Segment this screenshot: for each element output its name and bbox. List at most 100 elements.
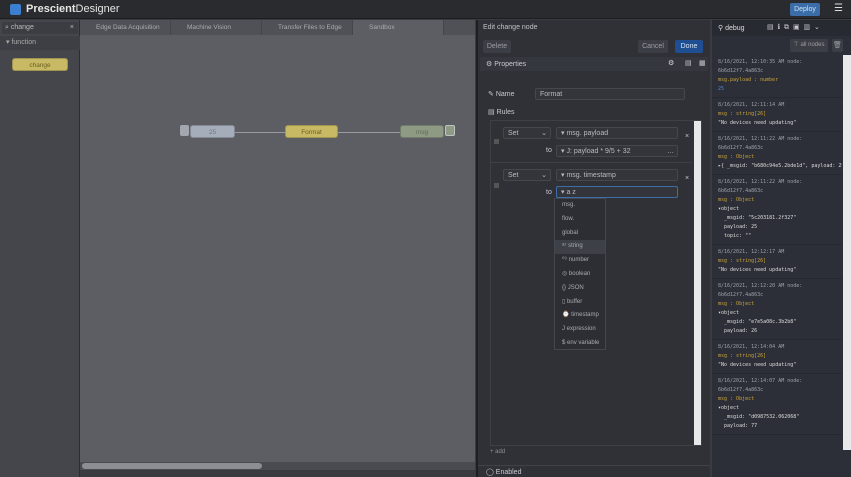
tab-machine-vision[interactable]: Machine Vision [171, 20, 262, 35]
message-topic: msg.payload : number [718, 77, 779, 83]
debug-scrollbar[interactable] [843, 55, 851, 450]
format-node[interactable]: Format [285, 125, 338, 138]
remove-rule-icon[interactable]: × [685, 133, 689, 140]
filter-button[interactable]: ⊤ all nodes [790, 39, 828, 52]
hamburger-icon[interactable]: ☰ [834, 3, 843, 14]
menu-item-number[interactable]: ⁰⁹ number [555, 254, 605, 268]
info-icon[interactable]: ▤ ℹ ⧉ ▣ ▥ ⌄ [767, 23, 820, 32]
inject-button[interactable] [180, 125, 189, 136]
message-meta: 8/16/2021, 12:14:04 AM [718, 344, 785, 350]
delete-button[interactable]: Delete [483, 40, 511, 53]
drag-handle[interactable] [494, 139, 499, 144]
properties-text: Properties [494, 61, 527, 68]
description-icon[interactable]: ▤ [685, 59, 692, 67]
rules-scrollbar[interactable] [694, 121, 701, 445]
action-select[interactable]: Set ⌄ [503, 127, 551, 139]
rule-row: Set ⌄ ▾ msg. payload to ▾ J: payload * 9/… [491, 121, 691, 163]
message-meta: 8/16/2021, 12:12:17 AM [718, 249, 785, 255]
clear-icon[interactable]: × [70, 22, 74, 34]
name-input[interactable]: Format [535, 88, 685, 100]
debug-tab-label: debug [725, 25, 745, 32]
menu-item-flow[interactable]: flow. [555, 213, 605, 227]
appearance-icon[interactable]: ▦ [699, 59, 706, 67]
debug-message: 8/16/2021, 12:14:04 AM msg : string[26] "N… [712, 340, 842, 374]
gear-icon[interactable]: ⚙ [668, 59, 674, 67]
scroll-thumb[interactable] [82, 463, 262, 469]
type-value: msg. [566, 130, 582, 137]
value-input[interactable]: ▾ a z [556, 186, 678, 198]
tab-transfer-files[interactable]: Transfer Files to Edge [262, 20, 353, 35]
value-input[interactable]: ▾ J: payload * 9/5 + 32… [556, 145, 678, 157]
properties-label[interactable]: ⚙ Properties [486, 60, 526, 68]
horizontal-scrollbar[interactable] [80, 462, 475, 470]
tray-footer: ◯ Enabled [478, 465, 710, 477]
search-value: change [10, 24, 34, 31]
label: number [568, 257, 589, 264]
message-body[interactable]: ▾object _msgid: "e7e5a08c.3b2b8" payload… [718, 309, 838, 336]
debug-toggle[interactable] [445, 125, 455, 136]
message-body[interactable]: "No devices need updating" [718, 266, 838, 275]
menu-item-string[interactable]: ᵃᶻ string [555, 240, 605, 255]
wire [235, 132, 285, 133]
menu-item-boolean[interactable]: ◎ boolean [555, 268, 605, 282]
enabled-toggle[interactable]: Enabled [496, 469, 522, 476]
property-value: timestamp [583, 172, 616, 179]
clear-debug-icon[interactable]: 🗑 [832, 39, 843, 52]
tab-debug[interactable]: ⚲ debug [718, 24, 745, 32]
debug-message: 8/16/2021, 12:11:22 AM node: 6b6d12f7.4a… [712, 175, 842, 245]
message-meta: 8/16/2021, 12:14:07 AM node: 6b6d12f7.4a… [718, 378, 803, 393]
category-label: function [11, 39, 36, 46]
message-body[interactable]: "No devices need updating" [718, 119, 838, 128]
menu-item-env[interactable]: $ env variable [555, 337, 605, 351]
debug-message: 8/16/2021, 12:12:17 AM msg : string[26] "N… [712, 245, 842, 279]
message-body[interactable]: ▾object _msgid: "5c203181.2f327" payload… [718, 205, 838, 241]
deploy-button[interactable]: Deploy [790, 3, 820, 16]
name-label-text: Name [495, 91, 515, 98]
debug-message: 8/16/2021, 12:11:14 AM msg : string[26] "N… [712, 98, 842, 132]
message-topic: msg : Object [718, 154, 755, 160]
message-body[interactable]: ▸{ _msgid: "b680c94e5.2bde1d", payload: … [718, 162, 842, 171]
name-label: ✎ Name [488, 91, 515, 98]
menu-item-json[interactable]: {} JSON [555, 282, 605, 296]
message-body[interactable]: "No devices need updating" [718, 361, 838, 370]
brand-b: Designer [75, 3, 120, 15]
type-value: msg. [566, 172, 582, 179]
done-button[interactable]: Done [675, 40, 703, 53]
message-body[interactable]: ▾object _msgid: "d0987532.062068" payloa… [718, 404, 838, 431]
brand-title: PrescientDesigner [26, 3, 120, 15]
cancel-button[interactable]: Cancel [638, 40, 668, 53]
inject-node[interactable]: 25 [190, 125, 235, 138]
properties-header: ⚙ Properties ⚙ ▤ ▦ [480, 57, 708, 71]
menu-item-timestamp[interactable]: ⌚ timestamp [555, 309, 605, 323]
label: buffer [566, 298, 583, 305]
tab-sandbox[interactable]: Sandbox [353, 20, 444, 35]
palette-search-input[interactable]: ⌕ change × [2, 22, 78, 34]
menu-item-buffer[interactable]: ▯ buffer [555, 296, 605, 310]
action-select[interactable]: Set ⌄ [503, 169, 551, 181]
message-topic: msg : string[26] [718, 353, 767, 359]
debug-message: 8/16/2021, 12:14:07 AM node: 6b6d12f7.4a… [712, 374, 842, 435]
menu-item-global[interactable]: global [555, 227, 605, 241]
message-body[interactable]: 25 [718, 85, 838, 94]
workspace-tabs: Edge Data Acquisition Machine Vision Tra… [80, 20, 475, 35]
palette-category-function[interactable]: ▾ function [0, 36, 80, 50]
debug-message: 8/16/2021, 12:11:22 AM node: 6b6d12f7.4a… [712, 132, 842, 175]
tab-edge-data[interactable]: Edge Data Acquisition [80, 20, 171, 35]
debug-node[interactable]: msg [400, 125, 444, 138]
menu-item-expression[interactable]: J expression [555, 323, 605, 337]
property-input[interactable]: ▾ msg. timestamp [556, 169, 678, 181]
tray-title: Edit change node [483, 24, 538, 31]
message-topic: msg : string[26] [718, 258, 767, 264]
wire [338, 132, 400, 133]
label: timestamp [571, 312, 599, 319]
drag-handle[interactable] [494, 183, 499, 188]
remove-rule-icon[interactable]: × [685, 175, 689, 182]
filter-label: all nodes [800, 42, 825, 48]
menu-item-msg[interactable]: msg. [555, 199, 605, 213]
message-topic: msg : Object [718, 396, 755, 402]
workspace[interactable]: Edge Data Acquisition Machine Vision Tra… [80, 20, 475, 470]
property-input[interactable]: ▾ msg. payload [556, 127, 678, 139]
palette-node-change[interactable]: change [12, 58, 68, 71]
add-rule-button[interactable]: + add [490, 449, 505, 455]
rules-label: ▤ Rules [488, 109, 515, 116]
